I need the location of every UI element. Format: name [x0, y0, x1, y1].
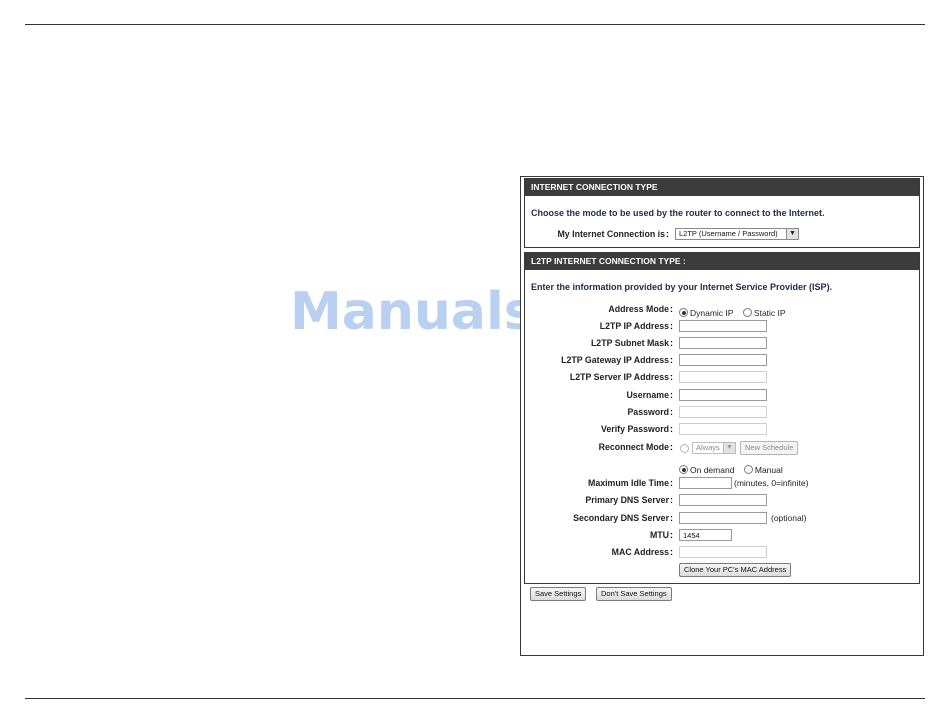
- colon: :: [670, 547, 673, 557]
- server-ip-input[interactable]: [679, 371, 767, 383]
- colon: :: [666, 229, 669, 239]
- primary-dns-label: Primary DNS Server: [585, 495, 669, 505]
- clone-mac-button[interactable]: Clone Your PC's MAC Address: [679, 563, 792, 577]
- manual-label: Manual: [754, 464, 783, 475]
- dont-save-settings-button[interactable]: Don't Save Settings: [596, 587, 672, 601]
- subnet-mask-input[interactable]: [679, 337, 767, 349]
- mac-address-row: MAC Address :: [525, 546, 919, 560]
- mac-address-label: MAC Address: [611, 547, 669, 557]
- on-demand-label: On demand: [690, 464, 735, 475]
- chevron-down-icon: ▼: [786, 229, 798, 239]
- password-row: Password :: [525, 406, 919, 420]
- section-description: Choose the mode to be used by the router…: [531, 208, 825, 218]
- colon: :: [670, 513, 673, 523]
- colon: :: [670, 355, 673, 365]
- password-input[interactable]: [679, 406, 767, 418]
- max-idle-time-row: Maximum Idle Time : (minutes, 0=infinite…: [525, 477, 919, 491]
- primary-dns-row: Primary DNS Server :: [525, 494, 919, 508]
- verify-password-input[interactable]: [679, 423, 767, 435]
- ip-address-input[interactable]: [679, 320, 767, 332]
- connection-type-select[interactable]: L2TP (Username / Password) ▼: [675, 228, 799, 240]
- colon: :: [670, 338, 673, 348]
- mtu-input[interactable]: [679, 529, 732, 541]
- colon: :: [670, 424, 673, 434]
- schedule-select-value: Always: [696, 443, 720, 452]
- colon: :: [670, 321, 673, 331]
- address-mode-row: Address Mode : Dynamic IP Static IP: [525, 303, 919, 318]
- section-description: Enter the information provided by your I…: [531, 282, 833, 292]
- secondary-dns-label: Secondary DNS Server: [573, 513, 669, 523]
- secondary-dns-note: (optional): [771, 513, 807, 523]
- max-idle-time-input[interactable]: [679, 477, 732, 489]
- primary-dns-input[interactable]: [679, 494, 767, 506]
- dynamic-ip-label: Dynamic IP: [690, 307, 734, 318]
- section-header: INTERNET CONNECTION TYPE: [525, 179, 919, 196]
- manual-radio[interactable]: [743, 465, 753, 475]
- settings-panel: INTERNET CONNECTION TYPE Choose the mode…: [520, 176, 924, 656]
- server-ip-row: L2TP Server IP Address :: [525, 371, 919, 385]
- username-row: Username :: [525, 389, 919, 403]
- reconnect-options-row: On demand Manual: [525, 460, 919, 475]
- schedule-select[interactable]: Always ▼: [692, 442, 736, 454]
- new-schedule-button[interactable]: New Schedule: [740, 441, 799, 455]
- save-settings-button[interactable]: Save Settings: [530, 587, 587, 601]
- mac-address-input[interactable]: [679, 546, 767, 558]
- l2tp-section: L2TP INTERNET CONNECTION TYPE : Enter th…: [524, 252, 920, 584]
- colon: :: [670, 390, 673, 400]
- reconnect-mode-label: Reconnect Mode: [598, 442, 669, 452]
- gateway-ip-label: L2TP Gateway IP Address: [561, 355, 669, 365]
- top-rule: [25, 24, 925, 25]
- verify-password-row: Verify Password :: [525, 423, 919, 437]
- secondary-dns-input[interactable]: [679, 512, 767, 524]
- bottom-rule: [25, 698, 925, 699]
- gateway-ip-row: L2TP Gateway IP Address :: [525, 354, 919, 368]
- chevron-down-icon: ▼: [723, 443, 735, 453]
- colon: :: [670, 304, 673, 314]
- gateway-ip-input[interactable]: [679, 354, 767, 366]
- static-ip-label: Static IP: [753, 307, 786, 318]
- password-label: Password: [627, 407, 669, 417]
- connection-type-value: L2TP (Username / Password): [679, 229, 778, 238]
- colon: :: [670, 530, 673, 540]
- username-label: Username: [626, 390, 669, 400]
- dynamic-ip-radio[interactable]: [679, 308, 688, 318]
- colon: :: [670, 372, 673, 382]
- secondary-dns-row: Secondary DNS Server : (optional): [525, 512, 919, 526]
- username-input[interactable]: [679, 389, 767, 401]
- connection-type-row: My Internet Connection is : L2TP (Userna…: [525, 228, 919, 242]
- colon: :: [670, 495, 673, 505]
- mtu-row: MTU :: [525, 529, 919, 543]
- internet-connection-type-section: INTERNET CONNECTION TYPE Choose the mode…: [524, 178, 920, 248]
- mtu-label: MTU: [649, 530, 669, 540]
- colon: :: [670, 407, 673, 417]
- address-mode-label: Address Mode: [608, 304, 669, 314]
- connection-type-label: My Internet Connection is: [557, 229, 665, 239]
- ip-address-row: L2TP IP Address :: [525, 320, 919, 334]
- always-schedule-radio[interactable]: [680, 444, 689, 453]
- colon: :: [670, 442, 673, 452]
- static-ip-radio[interactable]: [742, 308, 752, 318]
- reconnect-mode-row: Reconnect Mode : Always ▼ New Schedule: [525, 441, 919, 455]
- verify-password-label: Verify Password: [601, 424, 669, 434]
- max-idle-time-note: (minutes, 0=infinite): [734, 478, 809, 488]
- on-demand-radio[interactable]: [679, 465, 688, 475]
- max-idle-time-label: Maximum Idle Time: [588, 478, 669, 488]
- server-ip-label: L2TP Server IP Address: [569, 372, 669, 382]
- subnet-mask-label: L2TP Subnet Mask: [590, 338, 669, 348]
- section-header: L2TP INTERNET CONNECTION TYPE :: [525, 253, 919, 270]
- subnet-mask-row: L2TP Subnet Mask :: [525, 337, 919, 351]
- ip-address-label: L2TP IP Address: [599, 321, 669, 331]
- colon: :: [670, 478, 673, 488]
